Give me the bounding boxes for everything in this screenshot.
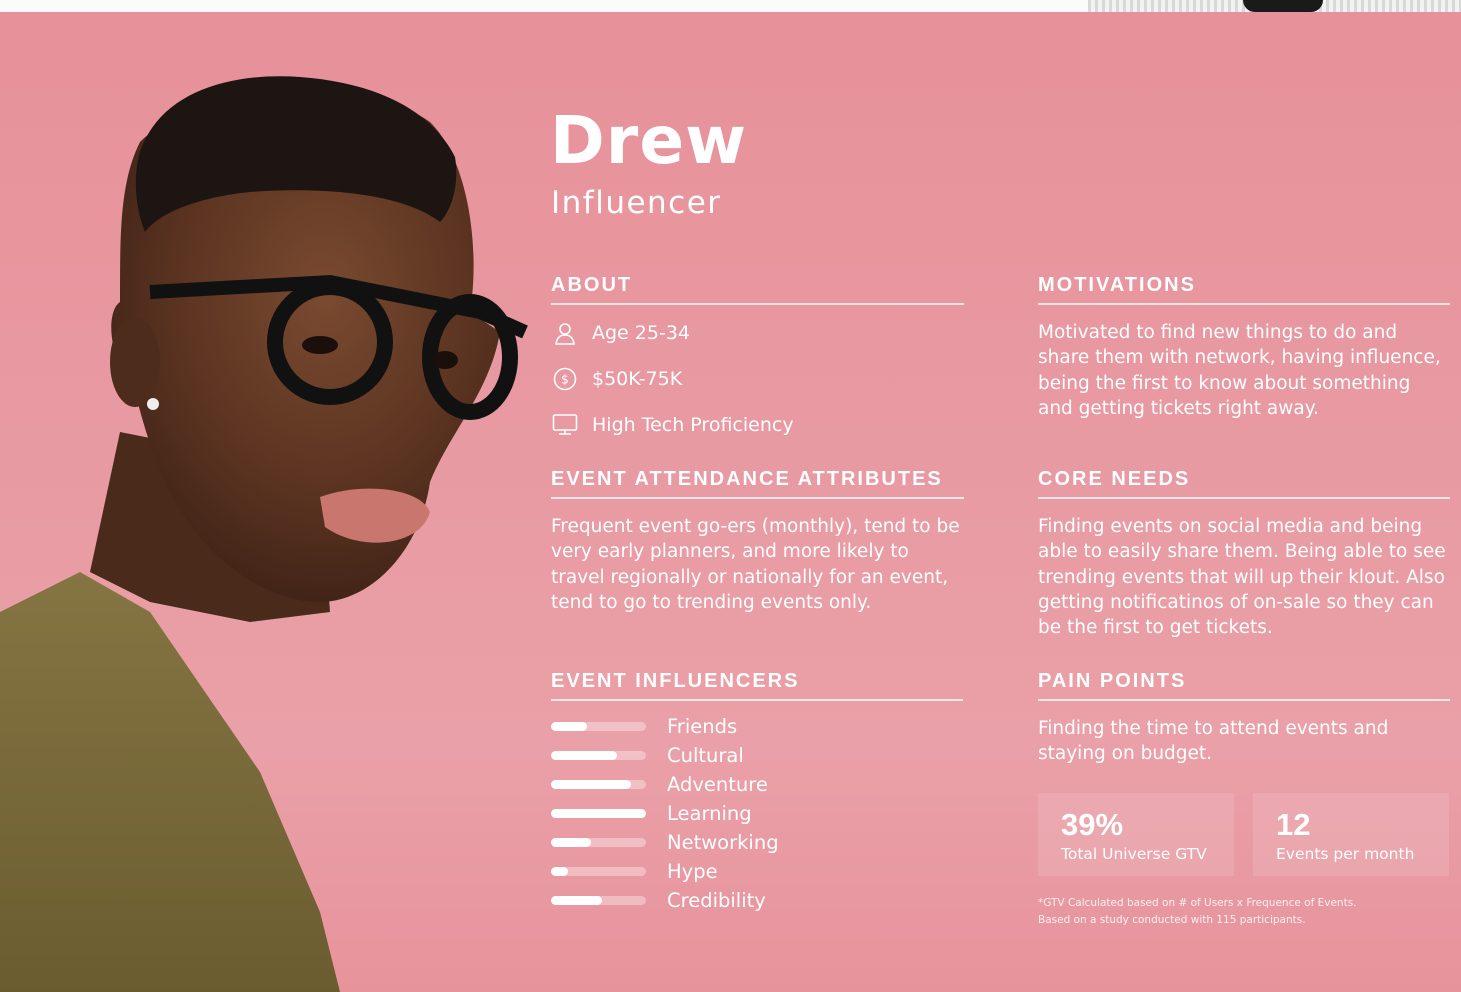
about-tech: High Tech Proficiency <box>551 407 964 443</box>
attendance-text: Frequent event go-ers (monthly), tend to… <box>551 514 964 615</box>
influencer-label: Hype <box>667 860 718 883</box>
stat-card-events: 12 Events per month <box>1253 793 1449 876</box>
svg-text:$: $ <box>561 373 569 387</box>
footnote-line: Based on a study conducted with 115 part… <box>1038 914 1306 926</box>
text-line: Finding the time to attend events and <box>1038 718 1389 739</box>
motivations-text: Motivated to find new things to do and s… <box>1038 320 1450 421</box>
text-line: Finding events on social media and being <box>1038 516 1423 537</box>
influencer-bar <box>551 896 646 905</box>
person-icon <box>551 319 579 347</box>
text-line: able to easily share them. Being able to… <box>1038 541 1446 563</box>
stat-label: Events per month <box>1276 845 1415 863</box>
text-line: trending events that will up their klout… <box>1038 566 1445 588</box>
text-line: staying on budget. <box>1038 743 1213 765</box>
stat-value: 12 <box>1276 807 1311 842</box>
text-line: being the first to know about something <box>1038 372 1411 394</box>
influencer-row: Cultural <box>551 741 963 770</box>
about-section: ABOUT Age 25-34 $ $50K-75K High Tech Pro… <box>551 275 964 443</box>
about-age: Age 25-34 <box>551 315 964 351</box>
influencer-row: Adventure <box>551 770 963 799</box>
about-tech-text: High Tech Proficiency <box>592 414 794 436</box>
attendance-title: EVENT ATTENDANCE ATTRIBUTES <box>551 469 964 499</box>
dollar-icon: $ <box>551 365 579 393</box>
influencer-row: Hype <box>551 857 963 886</box>
stat-value: 39% <box>1061 807 1124 842</box>
persona-portrait <box>0 12 540 992</box>
motivations-title: MOTIVATIONS <box>1038 275 1450 305</box>
persona-role: Influencer <box>551 185 722 221</box>
core-needs-title: CORE NEEDS <box>1038 469 1450 499</box>
footnote: *GTV Calculated based on # of Users x Fr… <box>1038 895 1357 929</box>
influencers-section: EVENT INFLUENCERS Friends Cultural Adven… <box>551 671 963 915</box>
influencer-bar <box>551 867 646 876</box>
text-line: be the first to get tickets. <box>1038 617 1273 639</box>
motivations-section: MOTIVATIONS Motivated to find new things… <box>1038 275 1450 421</box>
influencer-bar <box>551 722 646 731</box>
core-needs-section: CORE NEEDS Finding events on social medi… <box>1038 469 1450 640</box>
text-line: Frequent event go-ers (monthly), tend to… <box>551 516 960 537</box>
influencer-bar <box>551 780 646 789</box>
influencer-label: Learning <box>667 802 752 825</box>
text-line: share them with network, having influenc… <box>1038 347 1441 369</box>
influencer-row: Credibility <box>551 886 963 915</box>
influencer-bar <box>551 751 646 760</box>
influencer-row: Friends <box>551 712 963 741</box>
footnote-line: *GTV Calculated based on # of Users x Fr… <box>1038 897 1357 909</box>
influencer-label: Cultural <box>667 744 744 767</box>
persona-card: Drew Influencer ABOUT Age 25-34 $ $50K-7… <box>0 12 1461 992</box>
stat-label: Total Universe GTV <box>1061 845 1207 863</box>
influencer-list: Friends Cultural Adventure Learning Netw… <box>551 712 963 915</box>
core-needs-text: Finding events on social media and being… <box>1038 514 1450 640</box>
influencer-label: Adventure <box>667 773 768 796</box>
stat-card-gtv: 39% Total Universe GTV <box>1038 793 1234 876</box>
monitor-icon <box>551 411 579 439</box>
corner-photo-fragment <box>1088 0 1461 12</box>
text-line: very early planners, and more likely to <box>551 541 909 563</box>
about-age-text: Age 25-34 <box>592 322 690 344</box>
influencer-row: Learning <box>551 799 963 828</box>
influencer-row: Networking <box>551 828 963 857</box>
about-income: $ $50K-75K <box>551 361 964 397</box>
text-line: getting notificatinos of on-sale so they… <box>1038 591 1434 613</box>
about-title: ABOUT <box>551 275 964 305</box>
text-line: travel regionally or nationally for an e… <box>551 566 949 588</box>
influencer-label: Friends <box>667 715 738 738</box>
pain-points-section: PAIN POINTS Finding the time to attend e… <box>1038 671 1450 767</box>
text-line: Motivated to find new things to do and <box>1038 322 1398 343</box>
influencer-label: Networking <box>667 831 779 854</box>
persona-name: Drew <box>550 102 748 179</box>
pain-points-title: PAIN POINTS <box>1038 671 1450 701</box>
pain-points-text: Finding the time to attend events and st… <box>1038 716 1450 767</box>
about-income-text: $50K-75K <box>592 368 683 390</box>
influencer-bar <box>551 838 646 847</box>
text-line: tend to go to trending events only. <box>551 591 872 613</box>
influencer-label: Credibility <box>667 889 766 912</box>
influencers-title: EVENT INFLUENCERS <box>551 671 963 701</box>
influencer-bar <box>551 809 646 818</box>
text-line: and getting tickets right away. <box>1038 397 1319 419</box>
attendance-section: EVENT ATTENDANCE ATTRIBUTES Frequent eve… <box>551 469 964 615</box>
